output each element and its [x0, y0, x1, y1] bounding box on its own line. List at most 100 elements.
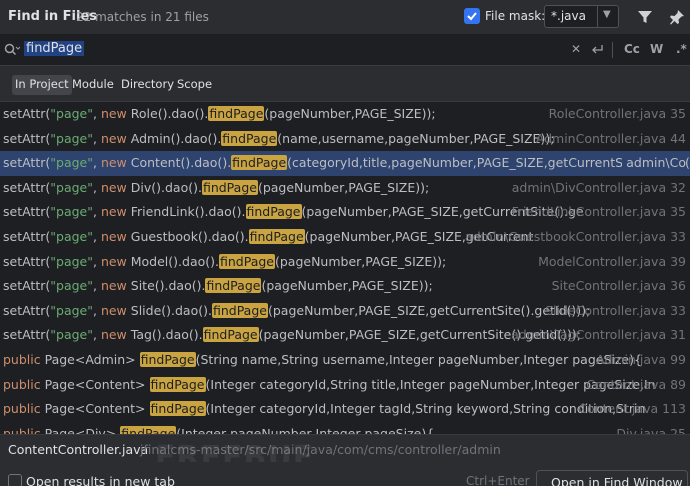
result-location: Admin.java 99: [596, 352, 686, 367]
file-mask-combo[interactable]: *.java ▼: [544, 5, 619, 28]
clear-icon[interactable]: ✕: [571, 42, 581, 56]
match-highlight: findPage: [201, 179, 258, 195]
code-token: Slide().dao().: [126, 302, 212, 318]
combo-divider: [597, 6, 598, 27]
code-token: "page": [50, 204, 93, 220]
result-code: setAttr("page", new Site().dao().findPag…: [3, 278, 433, 294]
scope-in-project[interactable]: In Project: [12, 75, 72, 95]
result-location: SiteController.java 36: [551, 278, 686, 294]
new-line-icon[interactable]: [590, 44, 604, 56]
code-token: new: [100, 155, 127, 171]
result-row[interactable]: setAttr("page", new Site().dao().findPag…: [0, 274, 690, 299]
result-row[interactable]: public Page<Content> findPage(Integer ca…: [0, 397, 690, 422]
pin-icon[interactable]: [668, 8, 686, 26]
code-token: setAttr(: [3, 106, 51, 121]
code-token: new: [100, 229, 127, 244]
code-token: ,: [92, 278, 101, 294]
code-token: Div().dao().: [126, 179, 202, 195]
result-code: setAttr("page", new Tag().dao().findPage…: [3, 327, 581, 343]
file-mask-checkbox[interactable]: [464, 8, 480, 24]
dialog-footer: Open results in new tab Ctrl+Enter Open …: [0, 462, 690, 486]
code-token: Content().dao().: [126, 155, 232, 171]
result-code: public Page<Content> findPage(Integer ca…: [3, 401, 645, 417]
chevron-down-icon[interactable]: ▼: [603, 9, 611, 20]
code-token: setAttr(: [3, 204, 51, 220]
match-highlight: findPage: [149, 401, 206, 417]
result-row[interactable]: public Page<Div> findPage(Integer pageNu…: [0, 422, 690, 434]
result-row[interactable]: setAttr("page", new Role().dao().findPag…: [0, 102, 690, 127]
code-token: Page<Admin>: [40, 352, 140, 367]
filter-icon[interactable]: [636, 8, 654, 26]
code-token: public: [3, 425, 41, 434]
shortcut-hint: Ctrl+Enter: [466, 474, 530, 486]
code-token: "page": [50, 302, 93, 318]
result-code: setAttr("page", new Slide().dao().findPa…: [3, 302, 590, 318]
code-token: public: [3, 352, 41, 367]
scope-scope[interactable]: Scope: [174, 75, 215, 95]
code-token: ,: [92, 106, 101, 121]
code-token: Tag().dao().: [126, 327, 203, 343]
result-row[interactable]: setAttr("page", new Div().dao().findPage…: [0, 176, 690, 201]
result-code: setAttr("page", new FriendLink().dao().f…: [3, 204, 584, 220]
code-token: new: [100, 278, 127, 294]
result-row[interactable]: setAttr("page", new Slide().dao().findPa…: [0, 299, 690, 324]
open-in-find-window-button[interactable]: Open in Find Window: [536, 470, 688, 486]
result-row[interactable]: setAttr("page", new Admin().dao().findPa…: [0, 127, 690, 152]
code-token: Page<Div>: [40, 425, 121, 434]
code-token: new: [100, 327, 127, 343]
result-row[interactable]: setAttr("page", new Tag().dao().findPage…: [0, 323, 690, 348]
code-token: (pageNumber,PAGE_SIZE));: [264, 106, 436, 121]
match-count: 22 matches in 21 files: [76, 10, 209, 24]
code-token: new: [100, 179, 127, 195]
code-token: Page<Content>: [40, 376, 150, 392]
search-row: findPage ✕ Cc W .*: [0, 34, 690, 66]
code-token: (name,username,pageNumber,PAGE_SIZE));: [277, 130, 555, 146]
open-new-tab-checkbox[interactable]: [8, 474, 22, 486]
code-token: "page": [50, 106, 93, 121]
match-highlight: findPage: [248, 229, 305, 244]
scope-directory[interactable]: Directory: [118, 75, 177, 95]
result-row[interactable]: setAttr("page", new FriendLink().dao().f…: [0, 200, 690, 225]
match-highlight: findPage: [205, 278, 262, 294]
match-case-toggle[interactable]: Cc: [624, 42, 640, 56]
match-highlight: findPage: [221, 130, 278, 146]
code-token: new: [100, 106, 127, 121]
code-token: Site().dao().: [126, 278, 206, 294]
result-location: Content.java 89: [586, 376, 686, 392]
code-token: public: [3, 401, 41, 417]
match-highlight: findPage: [202, 327, 259, 343]
file-mask-value[interactable]: *.java: [551, 9, 586, 23]
code-token: new: [100, 302, 127, 318]
code-token: (pageNumber,PAGE_SIZE));: [261, 278, 433, 294]
result-location: RoleController.java 35: [548, 106, 686, 121]
open-new-tab-label[interactable]: Open results in new tab: [26, 474, 175, 486]
result-row[interactable]: public Page<Admin> findPage(String name,…: [0, 348, 690, 373]
match-highlight: findPage: [120, 425, 177, 434]
tool-divider: [612, 42, 613, 58]
code-token: ,: [92, 327, 101, 343]
result-row[interactable]: setAttr("page", new Guestbook().dao().fi…: [0, 225, 690, 250]
find-header: Find in Files 22 matches in 21 files Fil…: [0, 0, 690, 34]
result-location: Div.java 25: [616, 425, 686, 434]
regex-toggle[interactable]: .*: [676, 42, 687, 56]
whole-words-toggle[interactable]: W: [650, 42, 663, 56]
preview-file-name: ContentController.java: [8, 442, 149, 457]
match-highlight: findPage: [139, 352, 196, 367]
search-icon[interactable]: [4, 43, 20, 57]
code-token: new: [100, 130, 127, 146]
result-code: setAttr("page", new Role().dao().findPag…: [3, 106, 436, 121]
code-token: (Integer pageNumber,Integer pageSize){: [176, 425, 435, 434]
result-row[interactable]: setAttr("page", new Model().dao().findPa…: [0, 250, 690, 275]
match-highlight: findPage: [211, 302, 268, 318]
search-input[interactable]: findPage: [24, 41, 85, 56]
result-location: ModelController.java 39: [538, 253, 686, 269]
code-token: ,: [92, 130, 101, 146]
result-location: FriendLinkController.java 35: [511, 204, 686, 220]
result-location: admin\DivController.java 32: [511, 179, 686, 195]
result-location: SlideController.java 33: [545, 302, 686, 318]
results-list: setAttr("page", new Role().dao().findPag…: [0, 102, 690, 434]
result-row[interactable]: setAttr("page", new Content().dao().find…: [0, 151, 690, 176]
result-row[interactable]: public Page<Content> findPage(Integer ca…: [0, 373, 690, 398]
code-token: public: [3, 376, 41, 392]
scope-module[interactable]: Module: [69, 75, 117, 95]
